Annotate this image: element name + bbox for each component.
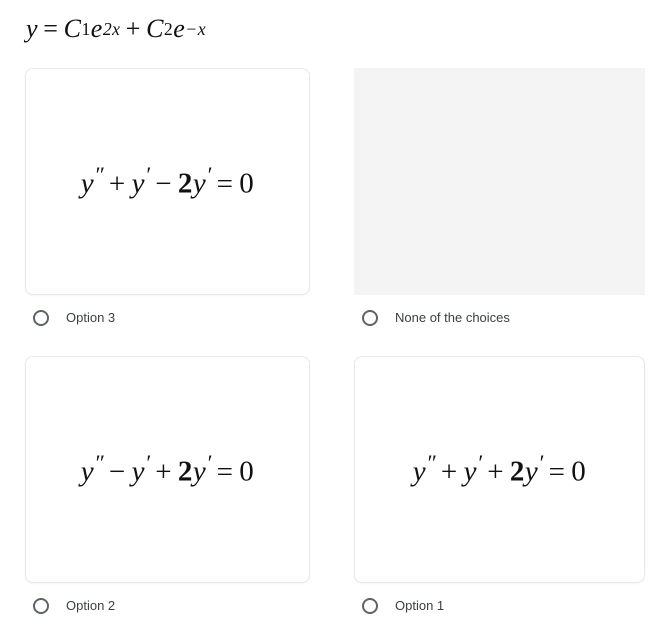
option-radio-row-option-3[interactable]: Option 3 — [25, 308, 310, 328]
options-grid: y″ + y′ −2y′ = 0 Option 3 None of the choices… — [0, 0, 665, 638]
option-radio-row-option-2[interactable]: Option 2 — [25, 596, 310, 616]
option-cell-option-2[interactable]: y″ − y′ +2y′ = 0 Option 2 — [25, 356, 310, 616]
option-image-card-none-of-the-choices[interactable] — [354, 68, 645, 295]
option-equation-option-1: y″ + y′ +2y′ = 0 — [412, 450, 587, 488]
option-equation-option-2: y″ − y′ +2y′ = 0 — [80, 450, 255, 488]
option-label-none-of-the-choices: None of the choices — [395, 310, 510, 325]
radio-button-icon[interactable] — [362, 310, 378, 326]
option-image-card-option-1[interactable]: y″ + y′ +2y′ = 0 — [354, 356, 645, 583]
option-radio-row-option-1[interactable]: Option 1 — [354, 596, 645, 616]
option-cell-option-1[interactable]: y″ + y′ +2y′ = 0 Option 1 — [354, 356, 645, 616]
option-image-card-option-3[interactable]: y″ + y′ −2y′ = 0 — [25, 68, 310, 295]
radio-button-icon[interactable] — [362, 598, 378, 614]
option-label-option-2: Option 2 — [66, 598, 116, 613]
option-equation-option-3: y″ + y′ −2y′ = 0 — [80, 162, 255, 200]
option-image-card-option-2[interactable]: y″ − y′ +2y′ = 0 — [25, 356, 310, 583]
option-radio-row-none-of-the-choices[interactable]: None of the choices — [354, 308, 645, 328]
radio-button-icon[interactable] — [33, 310, 49, 326]
radio-button-icon[interactable] — [33, 598, 49, 614]
option-label-option-1: Option 1 — [395, 598, 445, 613]
option-cell-option-3[interactable]: y″ + y′ −2y′ = 0 Option 3 — [25, 68, 310, 328]
option-label-option-3: Option 3 — [66, 310, 116, 325]
option-cell-none-of-the-choices[interactable]: None of the choices — [354, 68, 645, 328]
